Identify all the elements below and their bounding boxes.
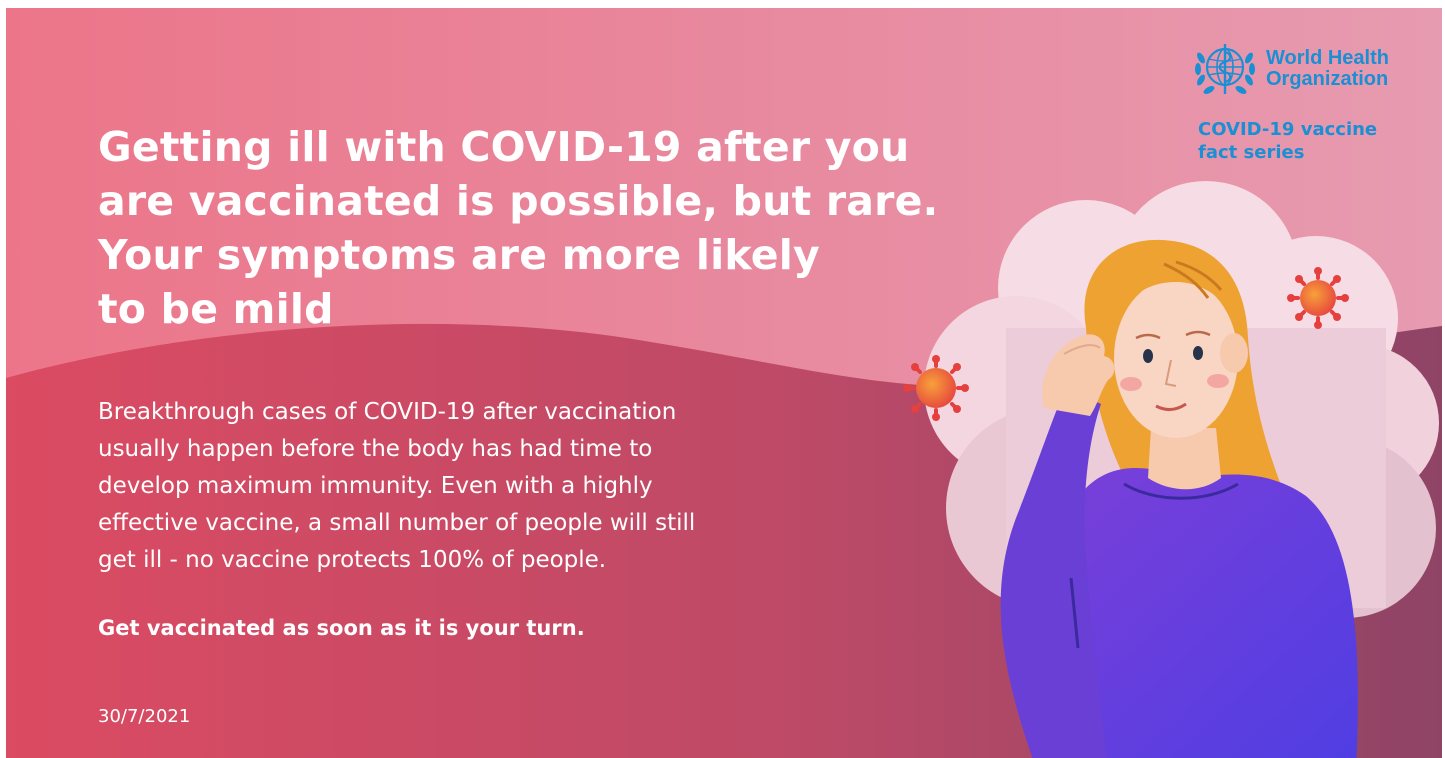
body-paragraph: Breakthrough cases of COVID-19 after vac… — [98, 394, 858, 579]
who-wordmark-line: World Health — [1266, 47, 1389, 69]
series-label: COVID-19 vaccine fact series — [1198, 118, 1377, 164]
series-label-line: fact series — [1198, 142, 1305, 163]
body-line: get ill - no vaccine protects 100% of pe… — [98, 547, 607, 573]
headline-line: Getting ill with COVID-19 after you — [98, 123, 910, 171]
headline-line: are vaccinated is possible, but rare. — [98, 177, 939, 225]
call-to-action: Get vaccinated as soon as it is your tur… — [98, 616, 585, 640]
who-emblem-icon — [1195, 44, 1255, 94]
body-line: Breakthrough cases of COVID-19 after vac… — [98, 399, 677, 425]
who-wordmark: World Health Organization — [1266, 48, 1389, 90]
page: Getting ill with COVID-19 after you are … — [0, 0, 1445, 758]
publish-date: 30/7/2021 — [98, 706, 191, 727]
headline: Getting ill with COVID-19 after you are … — [98, 120, 998, 336]
virus-icon — [1287, 267, 1349, 329]
body-line: effective vaccine, a small number of peo… — [98, 510, 696, 536]
virus-icon — [903, 355, 969, 421]
body-line: usually happen before the body has had t… — [98, 436, 653, 462]
series-label-line: COVID-19 vaccine — [1198, 119, 1378, 140]
headline-line: Your symptoms are more likely — [98, 231, 820, 279]
body-line: develop maximum immunity. Even with a hi… — [98, 473, 653, 499]
fact-card: Getting ill with COVID-19 after you are … — [6, 8, 1442, 758]
headline-line: to be mild — [98, 285, 334, 333]
woman-illustration — [903, 181, 1439, 758]
who-wordmark-line: Organization — [1266, 68, 1389, 90]
